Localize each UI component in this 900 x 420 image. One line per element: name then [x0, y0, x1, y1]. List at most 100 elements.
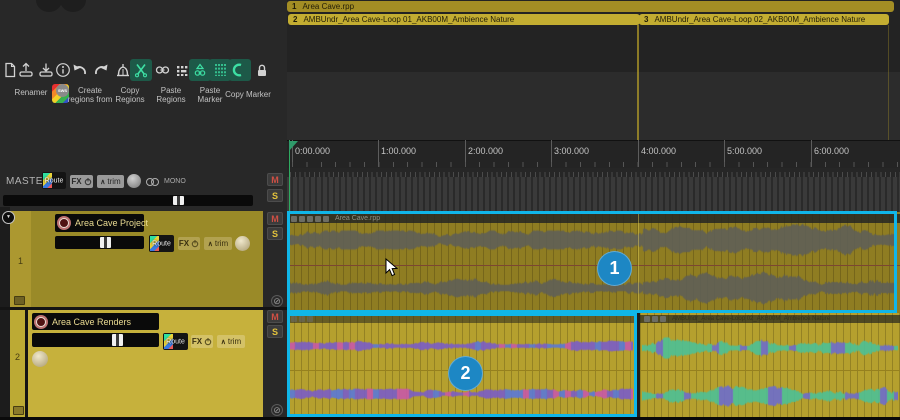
item-icon[interactable] [323, 216, 329, 222]
link-icon[interactable] [152, 58, 172, 82]
mono-label: MONO [164, 178, 186, 185]
region-end-line [888, 25, 889, 140]
toolbar-label-create-regions: Create regions from [66, 86, 114, 104]
track1-media-item[interactable]: Area Cave.rpp [287, 212, 900, 313]
track1-trim-button[interactable]: ∧ trim [204, 237, 232, 250]
collapse-button[interactable]: ▼ [2, 211, 15, 224]
track1-folder-icon [14, 296, 25, 305]
fx-label: FX [192, 337, 202, 346]
track1-solo-button[interactable]: S [267, 227, 283, 240]
region-label: AMBUndr_Area Cave-Loop 02_AKB00M_Ambienc… [654, 15, 865, 24]
track1-volume-slider[interactable] [55, 236, 144, 249]
track2-volume-handle[interactable] [112, 334, 123, 346]
ruler-lines-icon[interactable] [209, 59, 231, 81]
ruler-tick-label: 4:00.000 [641, 146, 676, 156]
track1-fx-button[interactable]: FX [178, 237, 200, 250]
copy-marker-icon[interactable] [229, 59, 251, 81]
item-icon[interactable] [307, 216, 313, 222]
region-number: 3 [644, 15, 648, 24]
track2-number-strip [10, 310, 25, 417]
master-fx-button[interactable]: FX [70, 175, 93, 188]
item-icon[interactable] [315, 216, 321, 222]
master-volume-handle[interactable] [173, 196, 184, 205]
track1-phase-button[interactable]: ⊘ [271, 295, 283, 307]
trim-caret-icon: ∧ [100, 178, 105, 186]
track2-solo-button[interactable]: S [267, 325, 283, 338]
trim-caret-icon: ∧ [208, 240, 213, 248]
fx-label: FX [71, 177, 81, 186]
trim-label: trim [228, 337, 241, 346]
item-center-line [287, 265, 900, 266]
lock-icon[interactable] [252, 58, 272, 82]
track1-volume-handle[interactable] [100, 237, 111, 248]
track1-pan-knob[interactable] [235, 236, 250, 251]
callout-number: 1 [609, 258, 619, 279]
track2-trim-button[interactable]: ∧ trim [217, 335, 245, 348]
toolbar-label-copy-regions: Copy Regions [112, 86, 148, 104]
master-trim-button[interactable]: ∧ trim [97, 175, 124, 188]
ruler-minor-ticks [292, 162, 900, 167]
ruler-tick-label: 2:00.000 [468, 146, 503, 156]
trim-label: trim [215, 239, 228, 248]
master-solo-button[interactable]: S [267, 189, 283, 202]
region-3[interactable]: 3 AMBUndr_Area Cave-Loop 02_AKB00M_Ambien… [639, 14, 889, 25]
track2-fx-button[interactable]: FX [191, 335, 213, 348]
master-volume-slider[interactable] [3, 195, 253, 206]
track2-name-box[interactable]: Area Cave Renders [32, 313, 159, 330]
reaper-window: Renamer SWS Create regions from Copy Reg… [0, 0, 900, 420]
collapse-arrow-icon: ▼ [6, 214, 11, 220]
mouse-cursor [385, 258, 398, 277]
track2-mute-button[interactable]: M [267, 310, 283, 323]
arrange-background-lower [287, 72, 900, 140]
trim-label: trim [107, 177, 120, 186]
phase-icon: ⊘ [273, 296, 281, 306]
callout-number: 2 [460, 363, 470, 384]
edit-cursor-flag [289, 141, 298, 151]
track2-volume-slider[interactable] [32, 333, 159, 347]
item-title: Area Cave.rpp [335, 215, 380, 222]
master-route-button[interactable]: Route [42, 172, 66, 189]
item-icon[interactable] [291, 216, 297, 222]
ruler-tick-label: 3:00.000 [554, 146, 589, 156]
toolbar-label-copy-marker: Copy Marker [218, 90, 278, 99]
ruler-tick-label: 6:00.000 [814, 146, 849, 156]
stereo-icon [146, 178, 161, 187]
fx-label: FX [179, 239, 189, 248]
ruler-tick-label: 1:00.000 [381, 146, 416, 156]
track1-name: Area Cave Project [75, 218, 148, 228]
ruler-tick-label: 0:00.000 [295, 146, 330, 156]
save-up-icon[interactable] [16, 58, 36, 82]
track1-mute-button[interactable]: M [267, 212, 283, 225]
track2-phase-button[interactable]: ⊘ [271, 404, 283, 416]
track2-pan-knob[interactable] [32, 351, 48, 367]
split-scissors-icon[interactable] [130, 59, 152, 81]
track1-waveform [290, 222, 897, 310]
track2-waveform-right [642, 321, 898, 415]
toolbar-label-paste-regions: Paste Regions [153, 86, 189, 104]
power-icon [204, 337, 212, 346]
track1-number: 1 [10, 256, 31, 266]
toolbar-label-renamer: Renamer [8, 88, 54, 97]
undo-icon[interactable] [69, 58, 89, 82]
track1-route-button[interactable]: Route [149, 235, 174, 252]
region-boundary-line [638, 212, 639, 313]
region-2[interactable]: 2AMBUndr_Area Cave-Loop 01_AKB00M_Ambien… [288, 14, 640, 25]
master-mute-button[interactable]: M [267, 173, 283, 186]
paste-marker-link-icon[interactable] [189, 59, 211, 81]
track1-name-box[interactable]: Area Cave Project [55, 214, 144, 232]
track2-route-button[interactable]: Route [163, 333, 188, 350]
region-number: 1 [292, 2, 296, 11]
track2-media-item-right[interactable]: AMBUndr_Area Cave-Loop 02_AKB00M_Ambienc… [640, 313, 900, 417]
ruler-tick-label: 5:00.000 [727, 146, 762, 156]
callout-badge-1: 1 [597, 251, 632, 286]
callout-badge-2: 2 [448, 356, 483, 391]
region-number: 2 [293, 15, 297, 24]
region-1[interactable]: 1Area Cave.rpp [287, 1, 894, 12]
record-arm-button[interactable] [34, 315, 48, 329]
item-icon[interactable] [299, 216, 305, 222]
redo-icon[interactable] [91, 58, 111, 82]
scrub-band[interactable] [287, 177, 900, 212]
master-pan-knob[interactable] [127, 174, 141, 188]
power-icon [84, 177, 92, 186]
record-arm-button[interactable] [57, 216, 71, 230]
